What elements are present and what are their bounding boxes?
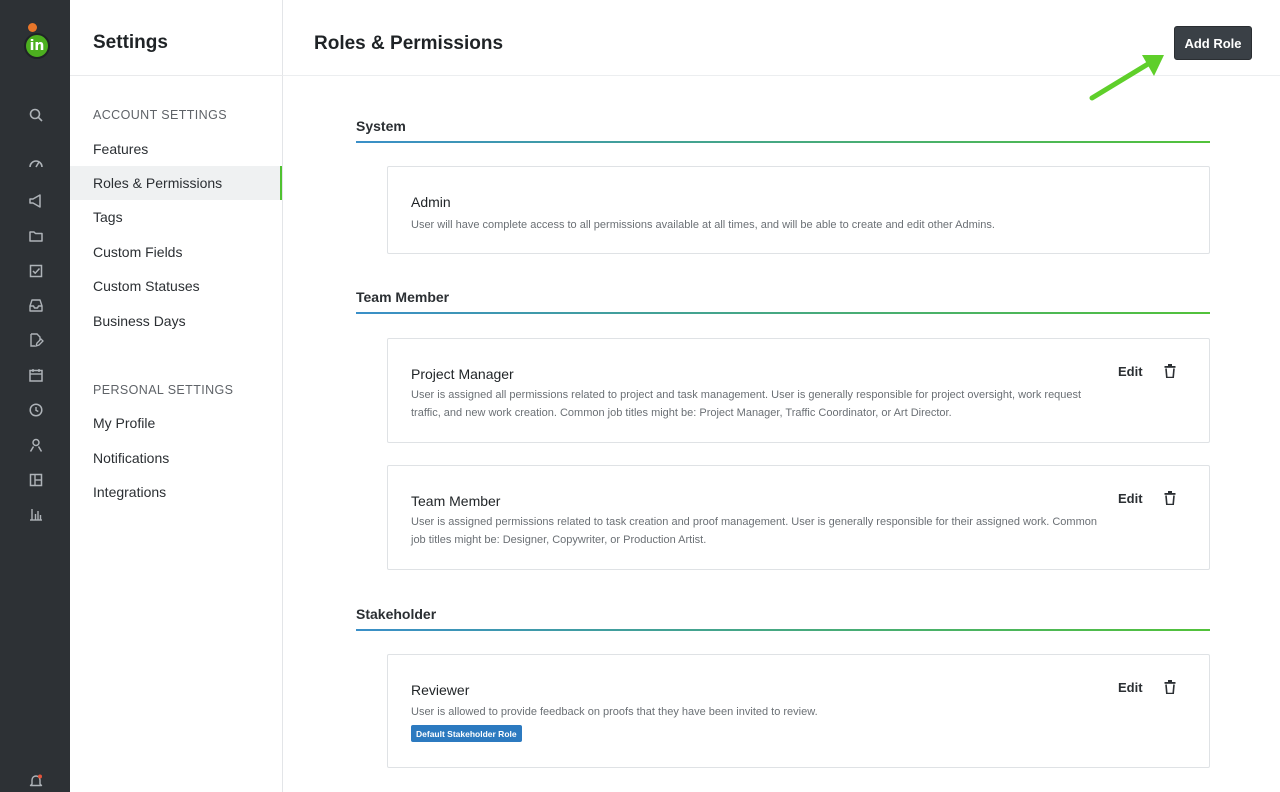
role-name: Reviewer bbox=[411, 682, 470, 698]
default-role-badge: Default Stakeholder Role bbox=[411, 725, 522, 742]
app-rail: in bbox=[0, 0, 70, 792]
role-card-reviewer: Reviewer User is allowed to provide feed… bbox=[387, 654, 1210, 768]
group-divider bbox=[356, 312, 1210, 314]
edit-button[interactable]: Edit bbox=[1118, 364, 1143, 379]
role-name: Admin bbox=[411, 194, 451, 210]
role-card-project-manager: Project Manager User is assigned all per… bbox=[387, 338, 1210, 443]
clock-icon[interactable] bbox=[27, 401, 45, 419]
sidebar-item-notifications[interactable]: Notifications bbox=[70, 441, 282, 475]
sidebar-item-custom-fields[interactable]: Custom Fields bbox=[70, 235, 282, 269]
page-title: Roles & Permissions bbox=[314, 33, 504, 54]
sidebar-item-integrations[interactable]: Integrations bbox=[70, 475, 282, 509]
folder-icon[interactable] bbox=[27, 227, 45, 245]
search-icon[interactable] bbox=[27, 106, 45, 124]
user-icon[interactable] bbox=[27, 436, 45, 454]
trash-icon[interactable] bbox=[1164, 491, 1176, 505]
group-divider bbox=[356, 629, 1210, 631]
group-title-team-member: Team Member bbox=[356, 289, 450, 305]
personal-settings-label: PERSONAL SETTINGS bbox=[93, 383, 234, 397]
role-name: Team Member bbox=[411, 493, 501, 509]
settings-sidebar: Settings ACCOUNT SETTINGS Features Roles… bbox=[70, 0, 283, 792]
role-description: User is assigned all permissions related… bbox=[411, 389, 1082, 419]
app-logo[interactable]: in bbox=[24, 33, 50, 59]
megaphone-icon[interactable] bbox=[27, 192, 45, 210]
role-name: Project Manager bbox=[411, 366, 514, 382]
sidebar-item-my-profile[interactable]: My Profile bbox=[70, 406, 282, 440]
group-title-system: System bbox=[356, 118, 406, 134]
sidebar-item-roles-permissions[interactable]: Roles & Permissions bbox=[70, 166, 282, 200]
edit-button[interactable]: Edit bbox=[1118, 491, 1143, 506]
trash-icon[interactable] bbox=[1164, 364, 1176, 378]
calendar-icon[interactable] bbox=[27, 366, 45, 384]
account-settings-label: ACCOUNT SETTINGS bbox=[93, 108, 227, 122]
sidebar-item-features[interactable]: Features bbox=[70, 132, 282, 166]
dashboard-gauge-icon[interactable] bbox=[27, 154, 45, 172]
role-description: User is allowed to provide feedback on p… bbox=[411, 706, 818, 718]
sidebar-item-custom-statuses[interactable]: Custom Statuses bbox=[70, 269, 282, 303]
active-indicator bbox=[280, 166, 282, 200]
sidebar-item-label: Roles & Permissions bbox=[93, 175, 223, 191]
logo-dot bbox=[28, 23, 37, 32]
role-description: User will have complete access to all pe… bbox=[411, 219, 995, 231]
sidebar-divider bbox=[70, 75, 283, 76]
group-divider bbox=[356, 141, 1210, 143]
sidebar-title: Settings bbox=[93, 32, 168, 53]
inbox-icon[interactable] bbox=[27, 296, 45, 314]
role-card-admin: Admin User will have complete access to … bbox=[387, 166, 1210, 254]
sidebar-item-tags[interactable]: Tags bbox=[70, 200, 282, 234]
reports-chart-icon[interactable] bbox=[27, 505, 45, 523]
logo-text: in bbox=[29, 38, 45, 54]
role-card-team-member: Team Member User is assigned permissions… bbox=[387, 465, 1210, 570]
proof-edit-icon[interactable] bbox=[27, 331, 45, 349]
sidebar-item-business-days[interactable]: Business Days bbox=[70, 304, 282, 338]
group-title-stakeholder: Stakeholder bbox=[356, 606, 437, 622]
add-role-button[interactable]: Add Role bbox=[1174, 26, 1252, 60]
pointer-arrow-icon bbox=[1089, 55, 1164, 101]
edit-button[interactable]: Edit bbox=[1118, 680, 1143, 695]
task-check-icon[interactable] bbox=[27, 262, 45, 280]
layout-icon[interactable] bbox=[27, 471, 45, 489]
notifications-bell-icon[interactable] bbox=[27, 772, 45, 790]
trash-icon[interactable] bbox=[1164, 680, 1176, 694]
role-description: User is assigned permissions related to … bbox=[411, 516, 1097, 546]
